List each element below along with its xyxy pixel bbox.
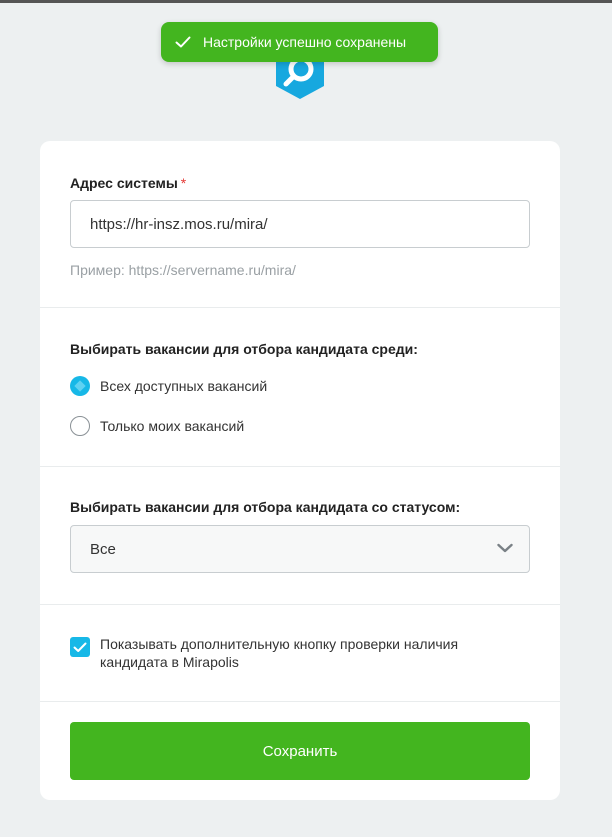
checkmark-icon [73, 642, 87, 652]
address-hint: Пример: https://servername.ru/mira/ [70, 262, 296, 278]
divider [40, 701, 560, 702]
radio-label: Всех доступных вакансий [100, 378, 268, 394]
vacancy-status-label: Выбирать вакансии для отбора кандидата с… [70, 499, 461, 515]
check-icon [163, 36, 203, 48]
settings-card: Адрес системы* Пример: https://servernam… [40, 141, 560, 800]
radio-my-vacancies[interactable]: Только моих вакансий [70, 416, 244, 436]
radio-checked[interactable] [70, 376, 90, 396]
required-mark: * [180, 175, 187, 191]
radio-unchecked[interactable] [70, 416, 90, 436]
radio-label: Только моих вакансий [100, 418, 245, 434]
address-label: Адрес системы * [70, 175, 186, 191]
divider [40, 307, 560, 308]
radio-all-vacancies[interactable]: Всех доступных вакансий [70, 376, 267, 396]
extra-button-checkbox-row[interactable]: Показывать дополнительную кнопку проверк… [70, 635, 510, 671]
checkbox-label: Показывать дополнительную кнопку проверк… [100, 636, 459, 670]
status-select[interactable]: Все [70, 525, 530, 573]
save-button[interactable]: Сохранить [70, 722, 530, 780]
toast-message: Настройки успешно сохранены [203, 34, 407, 50]
top-border [0, 0, 612, 3]
select-value: Все [90, 540, 116, 558]
address-input[interactable] [70, 200, 530, 248]
success-toast: Настройки успешно сохранены [161, 22, 438, 62]
checkbox[interactable] [70, 637, 90, 657]
address-label-text: Адрес системы [70, 175, 178, 191]
chevron-down-icon[interactable] [497, 541, 513, 559]
divider [40, 604, 560, 605]
divider [40, 466, 560, 467]
vacancy-scope-label: Выбирать вакансии для отбора кандидата с… [70, 341, 418, 357]
